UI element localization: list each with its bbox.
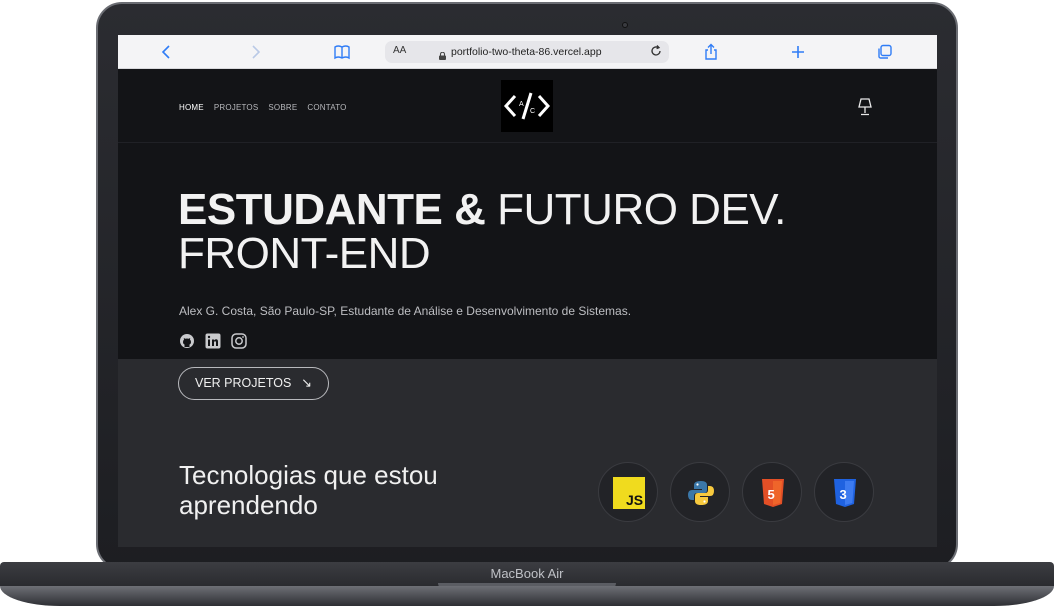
css3-label: 3 <box>840 487 847 502</box>
github-icon[interactable] <box>179 333 195 349</box>
hero-title-light-2: FRONT-END <box>178 229 431 278</box>
url-text[interactable]: portfolio-two-theta-86.vercel.app <box>451 46 602 58</box>
camera-icon <box>622 22 628 28</box>
header-divider <box>118 142 937 143</box>
hero-title: ESTUDANTE & FUTURO DEV. FRONT-END <box>178 188 786 276</box>
python-icon <box>688 481 714 505</box>
new-tab-icon[interactable] <box>789 43 807 61</box>
tech-html5[interactable]: 5 <box>742 462 802 522</box>
javascript-label: JS <box>626 492 643 508</box>
laptop-bottom-edge <box>0 586 1054 606</box>
logo-letter-c: C <box>530 108 535 115</box>
arrow-down-right-icon: ↘ <box>301 375 312 390</box>
ver-projetos-button[interactable]: VER PROJETOS ↘ <box>178 367 329 400</box>
tech-list: JS 5 3 <box>598 462 874 522</box>
nav-home[interactable]: HOME <box>179 103 204 112</box>
site-logo[interactable]: A C <box>501 80 553 132</box>
nav-contato[interactable]: CONTATO <box>307 103 346 112</box>
reload-icon[interactable] <box>649 44 663 58</box>
html5-label: 5 <box>768 487 775 502</box>
tech-section-title: Tecnologias que estou aprendendo <box>179 460 438 520</box>
html5-icon: 5 <box>762 479 784 507</box>
social-links <box>179 333 247 349</box>
logo-letter-a: A <box>519 101 524 108</box>
hero-title-bold: ESTUDANTE & <box>178 185 486 234</box>
hero-subtitle: Alex G. Costa, São Paulo-SP, Estudante d… <box>179 304 632 318</box>
main-nav: HOME PROJETOS SOBRE CONTATO <box>179 103 347 112</box>
portfolio-site: HOME PROJETOS SOBRE CONTATO A C ESTUDANT… <box>118 70 937 547</box>
css3-icon: 3 <box>834 479 856 507</box>
address-bar[interactable]: AA portfolio-two-theta-86.vercel.app <box>385 41 669 63</box>
instagram-icon[interactable] <box>231 333 247 349</box>
share-icon[interactable] <box>702 43 720 61</box>
bookmarks-icon[interactable] <box>333 43 351 61</box>
nav-sobre[interactable]: SOBRE <box>268 103 297 112</box>
tabs-icon[interactable] <box>876 43 894 61</box>
nav-projetos[interactable]: PROJETOS <box>214 103 259 112</box>
forward-icon[interactable] <box>246 43 264 61</box>
text-size-button[interactable]: AA <box>393 45 406 56</box>
linkedin-icon[interactable] <box>205 333 221 349</box>
browser-toolbar: AA portfolio-two-theta-86.vercel.app <box>118 35 937 69</box>
javascript-icon: JS <box>613 477 645 509</box>
hero-title-light-1: FUTURO DEV. <box>497 185 786 234</box>
lamp-icon[interactable] <box>856 97 874 117</box>
laptop-screen: AA portfolio-two-theta-86.vercel.app HOM… <box>118 35 937 547</box>
tech-javascript[interactable]: JS <box>598 462 658 522</box>
lock-icon <box>439 47 446 60</box>
tech-css3[interactable]: 3 <box>814 462 874 522</box>
ver-projetos-label: VER PROJETOS <box>195 376 292 390</box>
back-icon[interactable] <box>158 43 176 61</box>
device-label: MacBook Air <box>490 566 564 581</box>
tech-python[interactable] <box>670 462 730 522</box>
